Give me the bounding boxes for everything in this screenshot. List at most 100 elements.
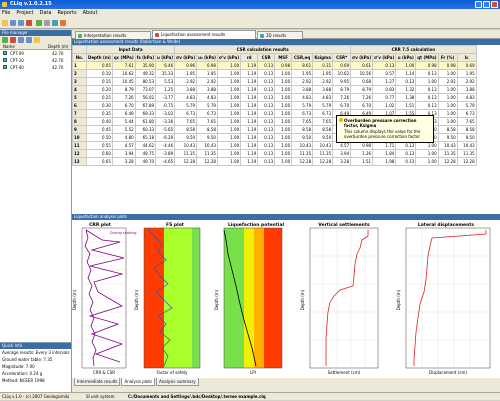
table-cell[interactable]: -5.65 bbox=[155, 125, 176, 134]
table-cell[interactable]: 5.79 bbox=[291, 101, 314, 110]
table-cell[interactable]: 8.58 bbox=[174, 125, 198, 134]
table-cell[interactable]: 1.00 bbox=[437, 69, 458, 78]
table-cell[interactable]: -3.36 bbox=[155, 117, 176, 126]
table-cell[interactable]: 9.50 bbox=[174, 133, 198, 142]
table-cell[interactable]: 1.00 bbox=[274, 133, 293, 142]
table-cell[interactable]: 1.00 bbox=[437, 93, 458, 102]
table-cell[interactable]: 49.70 bbox=[134, 157, 157, 166]
table-cell[interactable]: 5.79 bbox=[196, 101, 218, 110]
table-cell[interactable]: 1.19 bbox=[240, 101, 259, 110]
table-cell[interactable]: 35.90 bbox=[134, 61, 157, 70]
tab-analysis-plots[interactable]: Analysis plots bbox=[121, 378, 155, 386]
save-icon[interactable] bbox=[18, 20, 24, 26]
table-cell[interactable]: 2.92 bbox=[291, 77, 314, 86]
column-header[interactable]: qt (MPa) bbox=[415, 53, 439, 62]
row-number[interactable]: 12 bbox=[72, 149, 87, 158]
table-cell[interactable]: 5.79 bbox=[456, 101, 477, 110]
table-cell[interactable]: 1.00 bbox=[216, 69, 242, 78]
menu-about[interactable]: About bbox=[83, 9, 98, 18]
tab-2d-results[interactable]: 2D results bbox=[257, 31, 303, 39]
table-cell[interactable]: 7.65 bbox=[456, 117, 477, 126]
table-cell[interactable]: 6.73 bbox=[291, 109, 314, 118]
maximize-button[interactable] bbox=[483, 1, 490, 8]
column-header[interactable]: Depth (m) bbox=[86, 53, 113, 62]
table-cell[interactable]: 11.35 bbox=[437, 149, 458, 158]
table-cell[interactable]: 8.79 bbox=[111, 85, 136, 94]
table-cell[interactable]: 0.13 bbox=[415, 93, 439, 102]
row-number[interactable]: 7 bbox=[72, 109, 87, 118]
table-cell[interactable]: 6.49 bbox=[111, 109, 136, 118]
table-cell[interactable]: 1.19 bbox=[240, 149, 259, 158]
tab-interpretation[interactable]: Interpretation results bbox=[75, 31, 151, 39]
table-cell[interactable]: 1.00 bbox=[216, 93, 242, 102]
column-header[interactable]: CSR bbox=[257, 53, 276, 62]
table-cell[interactable]: 0.13 bbox=[257, 61, 276, 70]
table-cell[interactable]: 1.00 bbox=[437, 101, 458, 110]
table-cell[interactable]: 7.65 bbox=[291, 117, 314, 126]
chart-icon[interactable] bbox=[60, 20, 66, 26]
column-header[interactable]: No. bbox=[72, 53, 87, 62]
table-cell[interactable]: 0.30 bbox=[86, 101, 113, 110]
remove-file-icon[interactable] bbox=[10, 37, 16, 43]
table-cell[interactable]: 0.65 bbox=[86, 157, 113, 166]
results-grid[interactable]: Input Data CSR calculation results CRR 7… bbox=[72, 45, 500, 228]
row-number[interactable]: 10 bbox=[72, 133, 87, 142]
column-header[interactable]: Fr (%) bbox=[437, 53, 458, 62]
table-cell[interactable]: 1.19 bbox=[240, 141, 259, 150]
table-cell[interactable]: -3.77 bbox=[155, 93, 176, 102]
table-cell[interactable]: 5.79 bbox=[312, 101, 334, 110]
table-cell[interactable]: 3.88 bbox=[174, 85, 198, 94]
column-header[interactable]: rd bbox=[240, 53, 259, 62]
tab-liquefaction-results[interactable]: Liquefaction assessment results bbox=[152, 30, 256, 39]
row-number[interactable]: 8 bbox=[72, 117, 87, 126]
column-header[interactable]: Ksigma bbox=[312, 53, 334, 62]
table-cell[interactable]: 0.13 bbox=[415, 85, 439, 94]
table-cell[interactable]: 6.70 bbox=[350, 101, 374, 110]
table-cell[interactable]: 1.00 bbox=[216, 101, 242, 110]
table-cell[interactable]: 12.28 bbox=[437, 157, 458, 166]
table-cell[interactable]: 9.50 bbox=[312, 133, 334, 142]
table-cell[interactable]: 0.13 bbox=[257, 69, 276, 78]
table-cell[interactable]: 1.51 bbox=[395, 101, 417, 110]
row-number[interactable]: 5 bbox=[72, 93, 87, 102]
table-cell[interactable]: 0.13 bbox=[257, 157, 276, 166]
table-cell[interactable]: 0.50 bbox=[86, 133, 113, 142]
table-cell[interactable]: 0.15 bbox=[86, 77, 113, 86]
table-cell[interactable]: 6.73 bbox=[174, 109, 198, 118]
table-cell[interactable]: 0.13 bbox=[257, 109, 276, 118]
table-cell[interactable]: 1.00 bbox=[274, 117, 293, 126]
table-cell[interactable]: 6.70 bbox=[111, 101, 136, 110]
table-cell[interactable]: 0.10 bbox=[86, 69, 113, 78]
menu-file[interactable]: File bbox=[2, 9, 10, 18]
table-cell[interactable]: 8.58 bbox=[291, 125, 314, 134]
table-cell[interactable]: 1.19 bbox=[240, 117, 259, 126]
table-cell[interactable]: 5.52 bbox=[111, 125, 136, 134]
column-header[interactable]: σ'v (kPa) bbox=[372, 53, 397, 62]
table-cell[interactable]: 1.38 bbox=[395, 93, 417, 102]
table-cell[interactable]: -3.89 bbox=[155, 149, 176, 158]
column-header[interactable]: CSR,eq bbox=[291, 53, 314, 62]
table-cell[interactable]: 1.95 bbox=[456, 69, 477, 78]
table-cell[interactable]: 0.20 bbox=[86, 85, 113, 94]
table-cell[interactable]: 11.35 bbox=[174, 149, 198, 158]
table-cell[interactable]: 1.00 bbox=[415, 157, 439, 166]
minimize-button[interactable] bbox=[475, 1, 482, 8]
table-cell[interactable]: 1.00 bbox=[274, 85, 293, 94]
table-cell[interactable]: 1.19 bbox=[240, 61, 259, 70]
table-cell[interactable]: 73.07 bbox=[134, 85, 157, 94]
table-cell[interactable]: 8.61 bbox=[291, 61, 314, 70]
table-cell[interactable]: 80.53 bbox=[134, 77, 157, 86]
table-cell[interactable]: 1.00 bbox=[415, 77, 439, 86]
table-cell[interactable]: 10.62 bbox=[332, 69, 352, 78]
table-cell[interactable]: 8.58 bbox=[437, 125, 458, 134]
table-cell[interactable]: 1.27 bbox=[372, 77, 397, 86]
table-cell[interactable]: 35.33 bbox=[155, 69, 176, 78]
table-cell[interactable]: 12.28 bbox=[291, 157, 314, 166]
table-cell[interactable]: 10.43 bbox=[312, 141, 334, 150]
file-checkbox[interactable] bbox=[3, 65, 7, 69]
table-cell[interactable]: 3.94 bbox=[111, 149, 136, 158]
table-cell[interactable]: 0.13 bbox=[257, 125, 276, 134]
table-cell[interactable]: 1.51 bbox=[350, 157, 374, 166]
file-row[interactable]: CPT-09 42.70 bbox=[0, 50, 71, 57]
table-cell[interactable]: 0.57 bbox=[372, 69, 397, 78]
